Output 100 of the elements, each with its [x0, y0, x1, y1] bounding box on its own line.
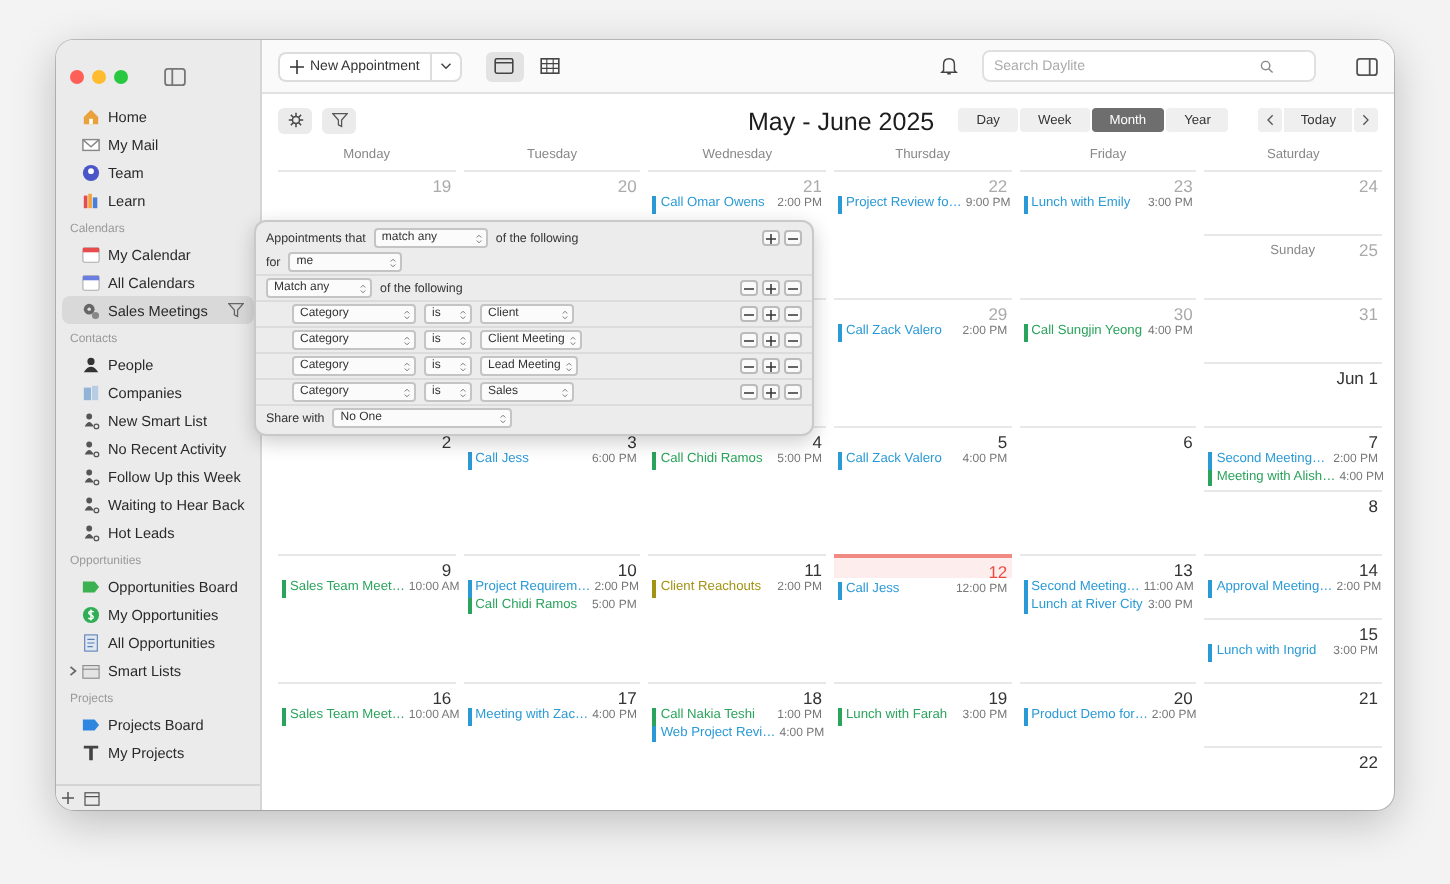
day-number: 3 [625, 432, 637, 452]
calendar-icon [82, 273, 100, 291]
bell-icon[interactable] [940, 56, 958, 76]
add-rule-button[interactable] [762, 332, 780, 348]
updown-icon [460, 335, 466, 345]
remove-rule-button[interactable] [784, 332, 802, 348]
day-number: Jun 1 [1336, 368, 1378, 388]
day-number: 12 [986, 562, 1008, 582]
day-number: 24 [1359, 176, 1378, 196]
day-number: 6 [1181, 432, 1193, 452]
minus-icon [744, 361, 754, 371]
person-icon [82, 355, 100, 373]
updown-icon [390, 257, 397, 267]
person-gear-icon [82, 411, 100, 429]
minus-icon [788, 233, 798, 243]
updown-icon [566, 361, 573, 371]
tag-icon [82, 577, 100, 595]
chevron-right-icon [1362, 114, 1370, 126]
day-number: 30 [1171, 304, 1193, 324]
folder-icon [82, 661, 100, 679]
day-number: 2 [439, 432, 452, 452]
remove-group-button[interactable] [740, 384, 758, 400]
minus-icon [744, 283, 754, 293]
minus-icon [744, 309, 754, 319]
add-rule-button[interactable] [762, 358, 780, 374]
day-number: 20 [1171, 688, 1193, 708]
caret-icon [439, 62, 452, 70]
day-number: 23 [1171, 176, 1193, 196]
grid-icon [540, 58, 561, 74]
calendar-icon [82, 245, 100, 263]
minus-icon [788, 335, 798, 345]
sidebar-toggle-icon[interactable] [1356, 57, 1378, 75]
close-window-button[interactable] [70, 69, 84, 83]
updown-icon [404, 361, 410, 371]
day-number: 8 [1368, 496, 1378, 516]
minus-icon [744, 335, 754, 345]
person-gear-icon [82, 523, 100, 541]
remove-group-button[interactable] [740, 280, 758, 296]
gear-icon [287, 112, 303, 128]
filter-icon[interactable] [228, 302, 244, 318]
envelope-icon [82, 135, 100, 153]
calendar-icon[interactable] [84, 791, 100, 805]
person-gear-icon [82, 467, 100, 485]
add-icon[interactable] [62, 792, 74, 804]
building-icon [82, 383, 100, 401]
day-number: 22 [1359, 752, 1378, 772]
calendar-view-button[interactable] [485, 51, 524, 81]
day-number: 22 [986, 176, 1008, 196]
day-number: 11 [802, 560, 822, 580]
disclosure-icon[interactable] [68, 665, 78, 675]
document-icon [82, 633, 100, 651]
add-rule-button[interactable] [762, 306, 780, 322]
house-icon [82, 107, 100, 125]
updown-icon [460, 309, 466, 319]
dollar-icon [82, 605, 100, 623]
updown-icon [500, 413, 507, 423]
plus-icon [766, 387, 776, 397]
updown-icon [570, 335, 577, 345]
remove-rule-button[interactable] [784, 230, 802, 246]
team-icon [82, 163, 100, 181]
day-number: 16 [430, 688, 452, 708]
add-rule-button[interactable] [762, 280, 780, 296]
day-number: 21 [1359, 688, 1378, 708]
add-rule-button[interactable] [762, 384, 780, 400]
day-number: 18 [801, 688, 822, 708]
day-number: 29 [986, 304, 1008, 324]
minus-icon [788, 361, 798, 371]
gear-icon [82, 301, 100, 319]
remove-rule-button[interactable] [784, 306, 802, 322]
remove-rule-button[interactable] [784, 280, 802, 296]
plus-icon [766, 233, 776, 243]
minus-icon [788, 309, 798, 319]
add-rule-button[interactable] [762, 230, 780, 246]
day-number: 25 [1359, 240, 1378, 260]
filter-button[interactable] [322, 107, 356, 133]
remove-rule-button[interactable] [784, 384, 802, 400]
updown-icon [460, 361, 466, 371]
chevron-left-icon [1266, 114, 1275, 126]
minus-icon [788, 283, 798, 293]
minus-icon [788, 387, 798, 397]
updown-icon [475, 233, 482, 243]
remove-group-button[interactable] [740, 332, 758, 348]
day-number: 21 [801, 176, 822, 196]
remove-group-button[interactable] [740, 358, 758, 374]
day-number: 15 [1359, 624, 1378, 644]
filter-icon [331, 112, 347, 128]
sidebar-toggle-icon[interactable] [164, 67, 186, 85]
updown-icon [404, 387, 410, 397]
person-gear-icon [82, 439, 100, 457]
day-number: 17 [615, 688, 637, 708]
day-number: 4 [810, 432, 822, 452]
remove-rule-button[interactable] [784, 358, 802, 374]
settings-button[interactable] [278, 107, 312, 133]
minus-icon [744, 387, 754, 397]
search-icon [1260, 59, 1274, 73]
plus-icon [766, 309, 776, 319]
remove-group-button[interactable] [740, 306, 758, 322]
day-number: 14 [1359, 560, 1378, 580]
updown-icon [460, 387, 466, 397]
updown-icon [360, 283, 366, 293]
